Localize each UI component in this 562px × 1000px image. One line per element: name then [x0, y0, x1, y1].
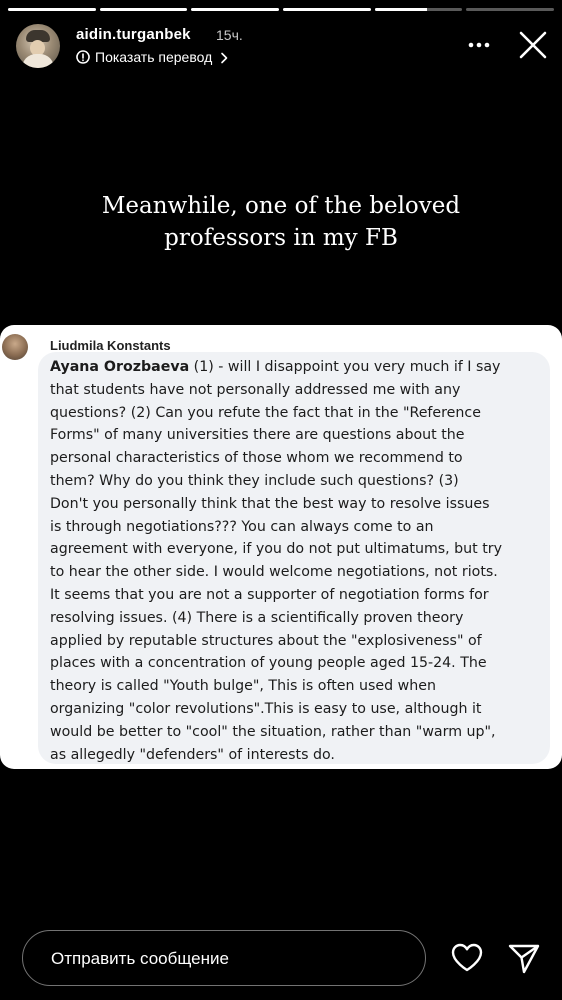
story-progress-segment — [8, 8, 96, 11]
comment-line: them? Why do you think they include such… — [50, 472, 459, 489]
close-icon[interactable] — [518, 30, 548, 60]
comment-line: It seems that you are not a supporter of… — [50, 586, 489, 603]
story-progress-segment — [99, 8, 188, 11]
translate-icon — [76, 50, 90, 64]
comment-line: places with a concentration of young peo… — [50, 655, 487, 672]
user-avatar[interactable] — [16, 24, 60, 68]
story-caption: Meanwhile, one of the beloved professors… — [0, 190, 562, 254]
chevron-right-icon — [219, 51, 229, 64]
comment-line: Ayana Orozbaeva (1) - will I disappoint … — [50, 359, 501, 375]
comment-line: organizing "color revolutions".This is e… — [50, 700, 482, 717]
comment-line: is through negotiations??? You can alway… — [50, 518, 434, 535]
send-icon[interactable] — [506, 940, 542, 976]
story-progress-segment — [191, 8, 280, 11]
comment-line: applied by reputable structures about th… — [50, 632, 482, 649]
comment-line: as allegedly "defenders" of interests do… — [50, 746, 335, 763]
comment-line: personal characteristics of those whom w… — [50, 450, 463, 467]
more-options-icon[interactable] — [464, 32, 494, 58]
comment-line: Don't you personally think that the best… — [50, 495, 490, 512]
story-progress-bar — [8, 8, 555, 11]
caption-line: professors in my FB — [164, 225, 398, 251]
message-input[interactable]: Отправить сообщение — [22, 930, 426, 986]
username[interactable]: aidin.turganbek — [76, 26, 191, 43]
comment-line: Forms" of many universities there are qu… — [50, 427, 465, 444]
comment-line: resolving issues. (4) There is a scienti… — [50, 609, 464, 626]
show-translation-label: Показать перевод — [95, 49, 213, 65]
comment-line: that students have not personally addres… — [50, 381, 461, 398]
post-time: 15ч. — [216, 27, 243, 43]
commenter-name: Liudmila Konstants — [50, 338, 171, 353]
show-translation-button[interactable]: Показать перевод — [76, 49, 229, 65]
story-progress-segment — [283, 8, 371, 11]
commenter-avatar — [2, 334, 28, 360]
heart-icon[interactable] — [450, 942, 484, 974]
facebook-comment-screenshot: Liudmila Konstants Ayana Orozbaeva (1) -… — [0, 325, 562, 769]
mentioned-user: Ayana Orozbaeva — [50, 359, 190, 375]
comment-line: theory is called "Youth bulge", This is … — [50, 678, 436, 695]
comment-line: agreement with everyone, if you do not p… — [50, 541, 503, 558]
story-header: aidin.turganbek 15ч. Показать перевод — [16, 22, 550, 74]
comment-line: questions? (2) Can you refute the fact t… — [50, 404, 481, 421]
caption-line: Meanwhile, one of the beloved — [101, 193, 461, 219]
comment-line: would be better to "cool" the situation,… — [50, 723, 496, 740]
message-placeholder: Отправить сообщение — [51, 949, 229, 968]
comment-line: to hear the other side. I would welcome … — [50, 564, 498, 581]
story-progress-segment — [466, 8, 555, 11]
story-progress-segment — [374, 8, 463, 11]
comment-text: Ayana Orozbaeva (1) - will I disappoint … — [50, 356, 550, 766]
